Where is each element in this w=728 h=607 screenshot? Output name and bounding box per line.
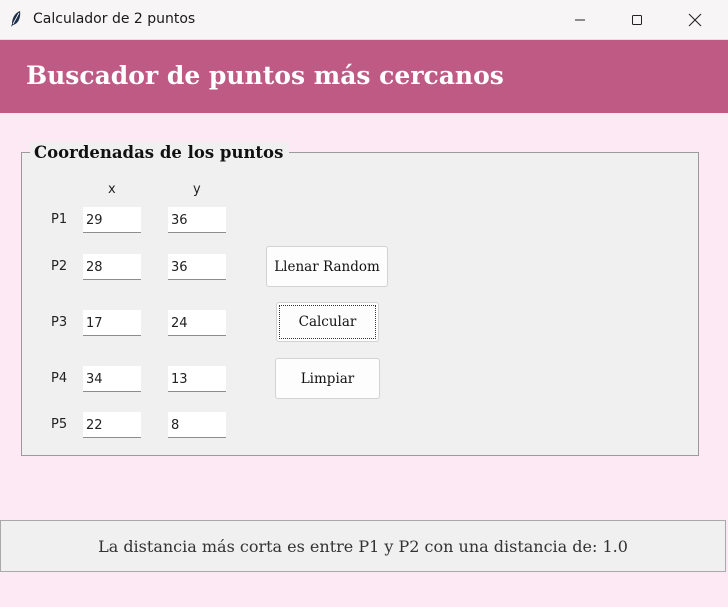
- maximize-button[interactable]: [608, 0, 666, 39]
- x-column-header: x: [108, 182, 116, 197]
- result-label: La distancia más corta es entre P1 y P2 …: [0, 520, 726, 572]
- coordinates-group-title: Coordenadas de los puntos: [30, 142, 290, 164]
- window-titlebar: Calculador de 2 puntos: [0, 0, 728, 40]
- p2-y-input[interactable]: [168, 254, 226, 280]
- p4-y-input[interactable]: [168, 366, 226, 392]
- p5-label: P5: [51, 417, 68, 432]
- header-banner: Buscador de puntos más cercanos: [0, 40, 728, 113]
- p2-x-input[interactable]: [83, 254, 141, 280]
- feather-icon: [8, 10, 24, 28]
- page-title: Buscador de puntos más cercanos: [26, 61, 504, 90]
- minimize-icon: [575, 19, 585, 20]
- p1-x-input[interactable]: [83, 207, 141, 233]
- clear-button[interactable]: Limpiar: [275, 358, 380, 399]
- p1-label: P1: [51, 212, 68, 227]
- p1-y-input[interactable]: [168, 207, 226, 233]
- maximize-icon: [632, 14, 642, 25]
- p4-x-input[interactable]: [83, 366, 141, 392]
- fill-random-button[interactable]: Llenar Random: [266, 246, 388, 287]
- p3-label: P3: [51, 315, 68, 330]
- calculate-button[interactable]: Calcular: [276, 302, 379, 342]
- p4-label: P4: [51, 371, 68, 386]
- window-title: Calculador de 2 puntos: [33, 11, 196, 27]
- p3-y-input[interactable]: [168, 310, 226, 336]
- p3-x-input[interactable]: [83, 310, 141, 336]
- close-icon: [688, 13, 702, 26]
- p5-x-input[interactable]: [83, 412, 141, 438]
- p5-y-input[interactable]: [168, 412, 226, 438]
- p2-label: P2: [51, 259, 68, 274]
- minimize-button[interactable]: [551, 0, 609, 39]
- y-column-header: y: [193, 182, 201, 197]
- close-button[interactable]: [666, 0, 724, 39]
